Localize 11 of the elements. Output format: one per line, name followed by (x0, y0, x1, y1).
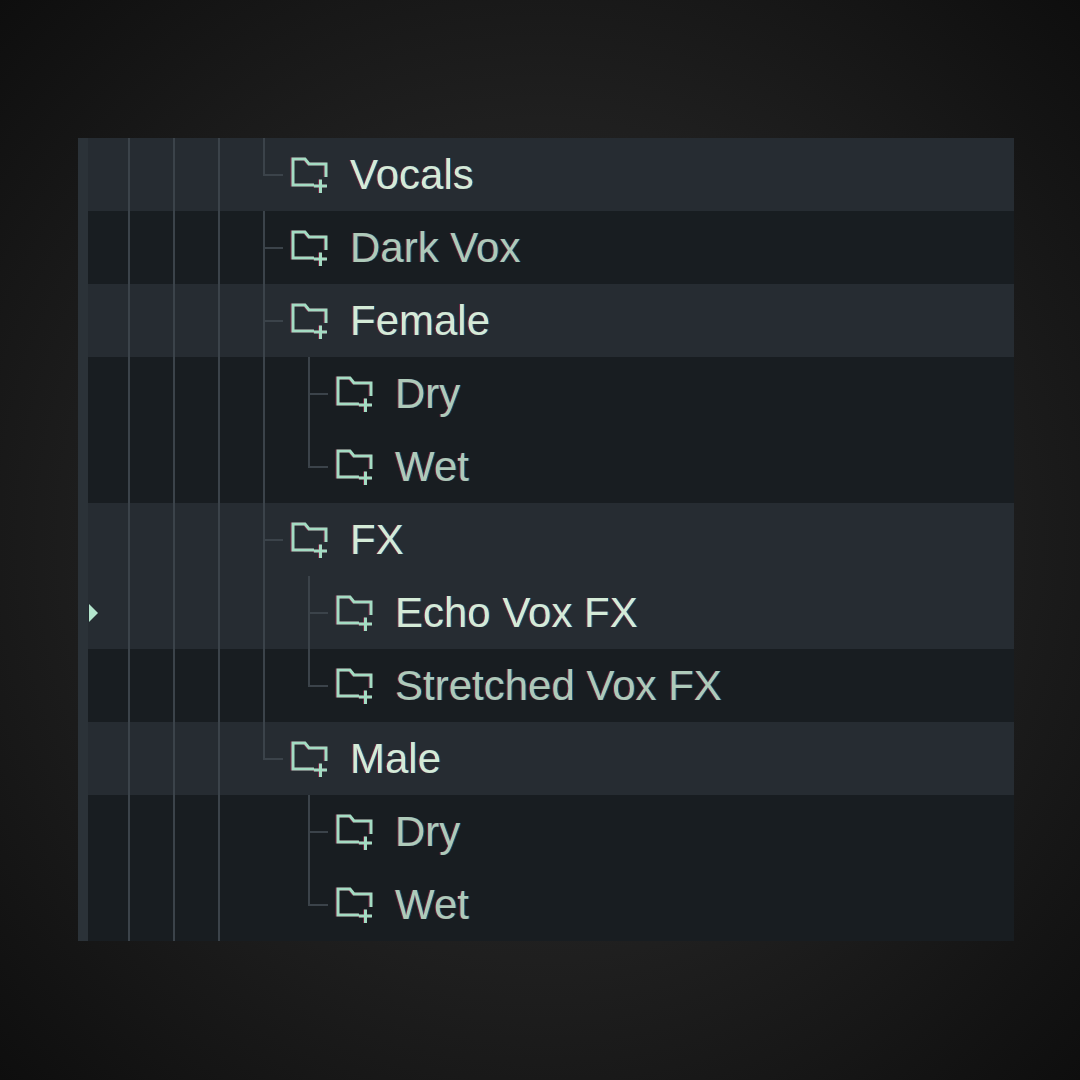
folder-row[interactable]: Male (88, 722, 1014, 795)
folder-row[interactable]: Dry (88, 357, 1014, 430)
folder-row[interactable]: Vocals (88, 138, 1014, 211)
folder-row[interactable]: FX (88, 503, 1014, 576)
folder-row[interactable]: Dry (88, 795, 1014, 868)
folder-row[interactable]: Wet (88, 868, 1014, 941)
folder-row[interactable]: Dark Vox (88, 211, 1014, 284)
folder-row[interactable]: Echo Vox FX (88, 576, 1014, 649)
folder-row[interactable]: Wet (88, 430, 1014, 503)
folder-row[interactable]: Stretched Vox FX (88, 649, 1014, 722)
folder-row[interactable]: Female (88, 284, 1014, 357)
